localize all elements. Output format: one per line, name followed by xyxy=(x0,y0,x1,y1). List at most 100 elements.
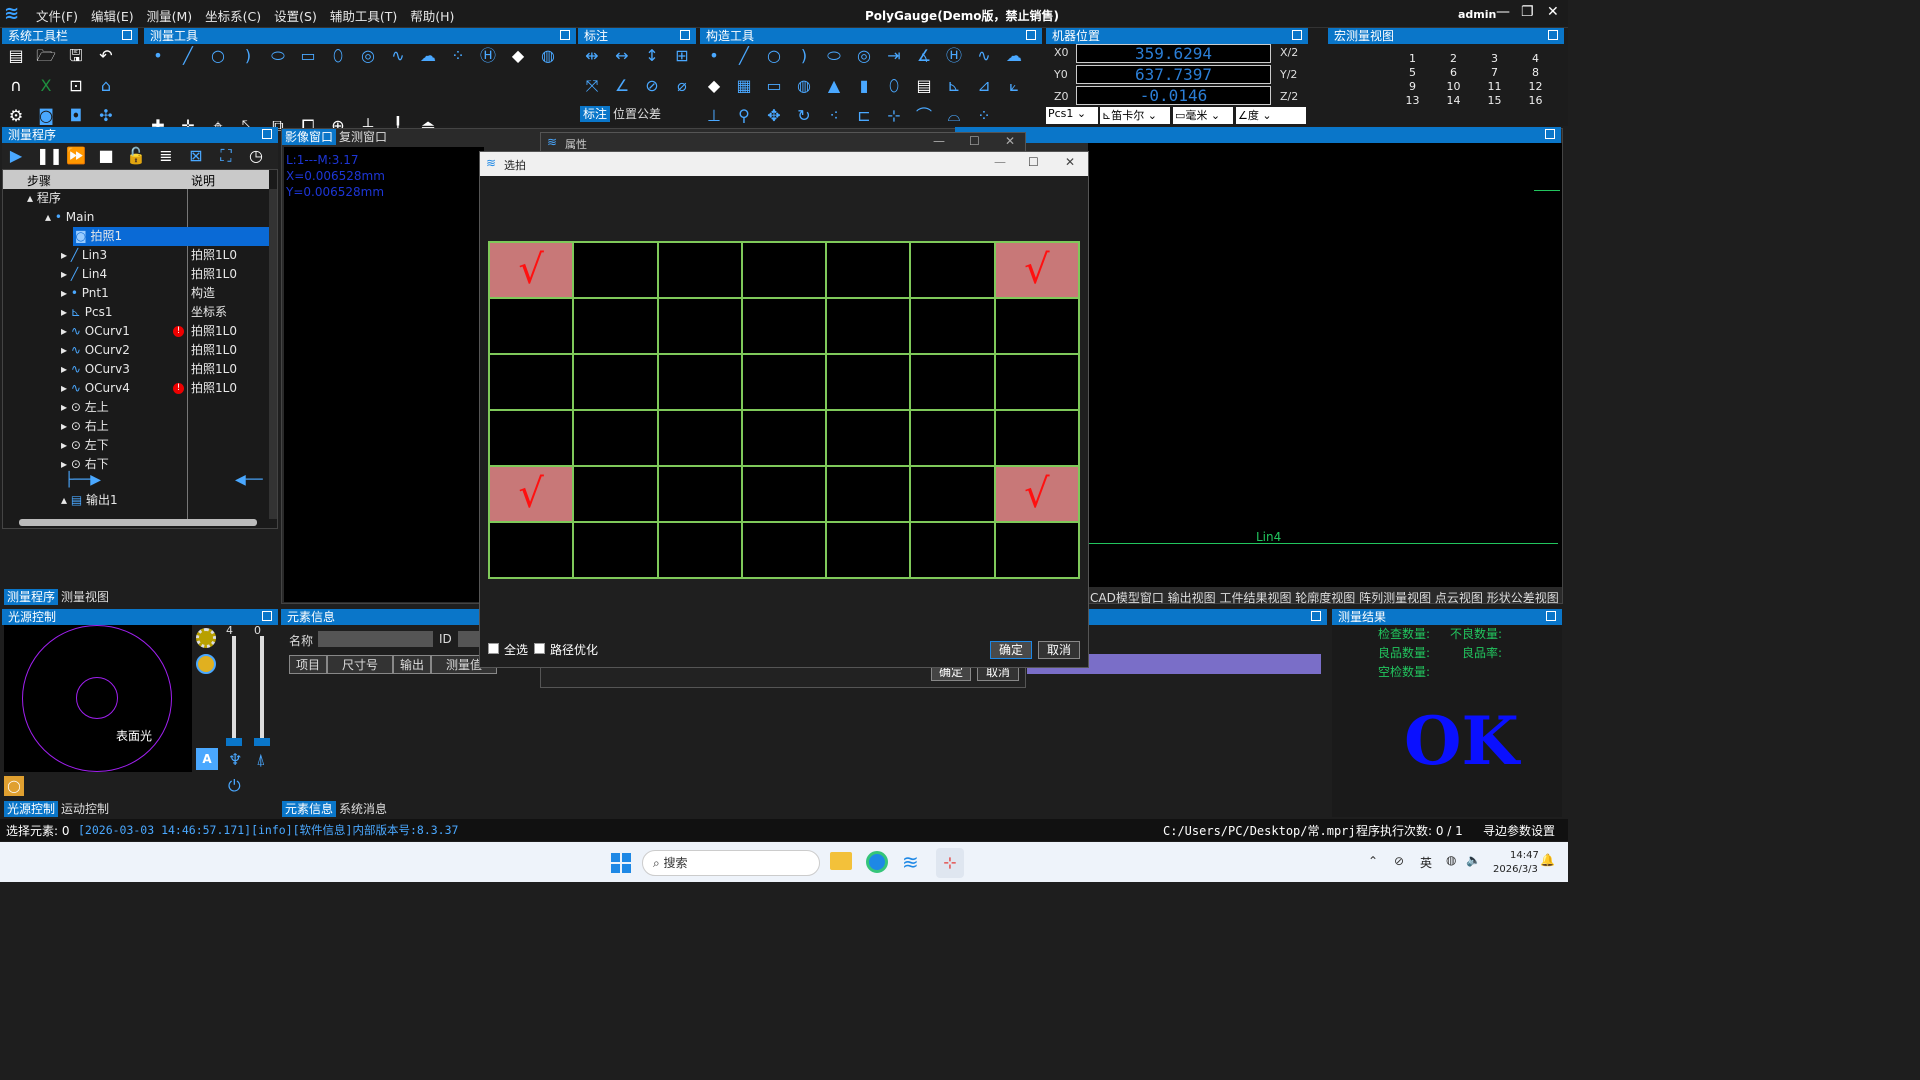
blob-icon[interactable]: ☁ xyxy=(418,46,438,66)
tree-item-lin4[interactable]: ▸ ╱ Lin4 xyxy=(61,265,181,284)
properties-minimize-icon[interactable]: — xyxy=(933,134,945,148)
light-ring-panel[interactable]: 表面光 xyxy=(4,625,192,772)
coord-select[interactable]: Pcs1 ⌄ xyxy=(1046,107,1098,124)
c-point-icon[interactable]: • xyxy=(704,46,724,66)
lamp2-icon[interactable]: ⍋ xyxy=(256,750,266,770)
camera-view[interactable] xyxy=(284,147,484,602)
file-explorer-icon[interactable] xyxy=(830,852,852,870)
c-scatter-icon[interactable]: ⁘ xyxy=(974,106,994,126)
tree-scrollbar[interactable] xyxy=(269,189,277,519)
power-icon[interactable]: ⏻ xyxy=(228,776,241,796)
grid-cell[interactable] xyxy=(657,466,742,522)
grid-cell[interactable] xyxy=(826,354,911,410)
grid-cell[interactable] xyxy=(826,298,911,354)
dialog-ok-button[interactable]: 确定 xyxy=(990,641,1032,659)
tab-light-control[interactable]: 光源控制 xyxy=(4,801,59,817)
gear-icon[interactable]: ⚙ xyxy=(6,106,26,126)
c-axis2-icon[interactable]: ⊿ xyxy=(974,76,994,96)
camera-icon[interactable]: ◙ xyxy=(36,106,56,126)
circle-icon[interactable]: ○ xyxy=(208,46,228,66)
tree-item-ocurv3[interactable]: ▸ ∿ OCurv3 xyxy=(61,360,181,379)
tray-network-icon[interactable]: ⊘ xyxy=(1394,854,1404,868)
c-arc3-icon[interactable]: ⌓ xyxy=(944,106,964,126)
tab-image-window[interactable]: 影像窗口 xyxy=(282,129,337,145)
c-align-icon[interactable]: ⊏ xyxy=(854,106,874,126)
grid-cell[interactable] xyxy=(573,410,658,466)
macro-num[interactable]: 14 xyxy=(1433,94,1474,107)
menu-measure[interactable]: 测量(M) xyxy=(147,6,193,25)
globe-icon[interactable]: ◍ xyxy=(538,46,558,66)
list-icon[interactable]: ≣ xyxy=(156,146,176,166)
tree-item-pcs1[interactable]: ▸ ⊾ Pcs1 xyxy=(61,303,181,322)
plugin-icon[interactable]: ✣ xyxy=(96,106,116,126)
macro-num[interactable]: 5 xyxy=(1392,66,1433,79)
dim-box-icon[interactable]: ⊞ xyxy=(672,46,692,66)
macro-num[interactable]: 3 xyxy=(1474,52,1515,65)
arc-icon[interactable]: ) xyxy=(238,46,258,66)
active-app-icon[interactable]: ⊹ xyxy=(936,848,964,878)
grid-cell[interactable] xyxy=(826,410,911,466)
dim-xyz-icon[interactable]: ⤧ xyxy=(582,76,602,96)
tree-item-ocurv2[interactable]: ▸ ∿ OCurv2 xyxy=(61,341,181,360)
view-tabs[interactable]: CAD模型窗口 输出视图 工件结果视图 轮廓度视图 阵列测量视图 点云视图 形状… xyxy=(1090,589,1559,606)
tree-item-program[interactable]: ▴ 程序 xyxy=(27,189,187,208)
grid-cell[interactable] xyxy=(657,242,742,298)
c-axis-icon[interactable]: ⊾ xyxy=(944,76,964,96)
notification-icon[interactable]: 🔔 xyxy=(1540,853,1555,867)
tab-measure-program[interactable]: 测量程序 xyxy=(4,589,59,605)
lock-icon[interactable]: 🔓 xyxy=(126,146,146,166)
ring-icon[interactable]: ◎ xyxy=(358,46,378,66)
macro-num[interactable]: 11 xyxy=(1474,80,1515,93)
grid-cell[interactable] xyxy=(826,466,911,522)
camera2-icon[interactable]: ◘ xyxy=(66,106,86,126)
dialog-cancel-button[interactable]: 取消 xyxy=(1038,641,1080,659)
grid-cell[interactable] xyxy=(657,354,742,410)
grid-cell[interactable] xyxy=(489,410,574,466)
windows-start-icon[interactable] xyxy=(611,853,631,873)
c-blob-icon[interactable]: ☁ xyxy=(1004,46,1024,66)
menu-edit[interactable]: 编辑(E) xyxy=(91,6,134,25)
c-sphere-icon[interactable]: ◍ xyxy=(794,76,814,96)
angle-icon[interactable]: ∠ xyxy=(612,76,632,96)
stop-icon[interactable]: ■ xyxy=(96,146,116,166)
c-oval-icon[interactable]: ⬯ xyxy=(884,76,904,96)
collapse-icon[interactable]: ⛶ xyxy=(216,146,236,166)
c-curve-icon[interactable]: ∿ xyxy=(974,46,994,66)
element-name-input[interactable] xyxy=(318,631,433,647)
tab-motion-control[interactable]: 运动控制 xyxy=(58,801,112,817)
properties-close-icon[interactable]: ✕ xyxy=(1005,134,1015,148)
c-ring-icon[interactable]: ◎ xyxy=(854,46,874,66)
tree-item-main[interactable]: ▴ • Main xyxy=(45,208,205,227)
undo-icon[interactable]: ↶ xyxy=(96,46,116,66)
restore-icon[interactable]: ❐ xyxy=(1521,4,1534,20)
c-arc-icon[interactable]: ) xyxy=(794,46,814,66)
grid-cell[interactable] xyxy=(573,354,658,410)
element-id-input[interactable] xyxy=(458,631,480,647)
c-arc2-icon[interactable]: ⌒ xyxy=(914,106,934,126)
menu-settings[interactable]: 设置(S) xyxy=(274,6,317,25)
grid-cell[interactable] xyxy=(489,354,574,410)
grid-cell[interactable] xyxy=(573,522,658,578)
ring-light-icon[interactable] xyxy=(196,628,216,648)
light-slider-2[interactable] xyxy=(260,636,264,744)
grid-cell[interactable]: √ xyxy=(489,242,574,298)
c-mesh-icon[interactable]: ▦ xyxy=(734,76,754,96)
select-all-checkbox[interactable] xyxy=(488,643,499,654)
c-move-icon[interactable]: ✥ xyxy=(764,106,784,126)
macro-num[interactable]: 8 xyxy=(1515,66,1556,79)
light-slider-2-thumb[interactable] xyxy=(254,738,270,746)
x-half-button[interactable]: X/2 xyxy=(1280,46,1298,59)
menu-coord[interactable]: 坐标系(C) xyxy=(205,6,261,25)
grid-cell[interactable] xyxy=(657,410,742,466)
grid-cell[interactable] xyxy=(573,466,658,522)
minimize-icon[interactable]: — xyxy=(1496,4,1510,20)
c-line-icon[interactable]: ╱ xyxy=(734,46,754,66)
program-icon[interactable]: ▤ xyxy=(6,46,26,66)
dialog-maximize-icon[interactable]: ☐ xyxy=(1028,155,1039,169)
y-half-button[interactable]: Y/2 xyxy=(1280,68,1297,81)
tree-item-lin3[interactable]: ▸ ╱ Lin3 xyxy=(61,246,181,265)
grid-cell[interactable] xyxy=(910,522,995,578)
cad-view[interactable] xyxy=(1088,143,1562,587)
c-pin-icon[interactable]: ⚲ xyxy=(734,106,754,126)
expand-icon[interactable]: ⊠ xyxy=(186,146,206,166)
